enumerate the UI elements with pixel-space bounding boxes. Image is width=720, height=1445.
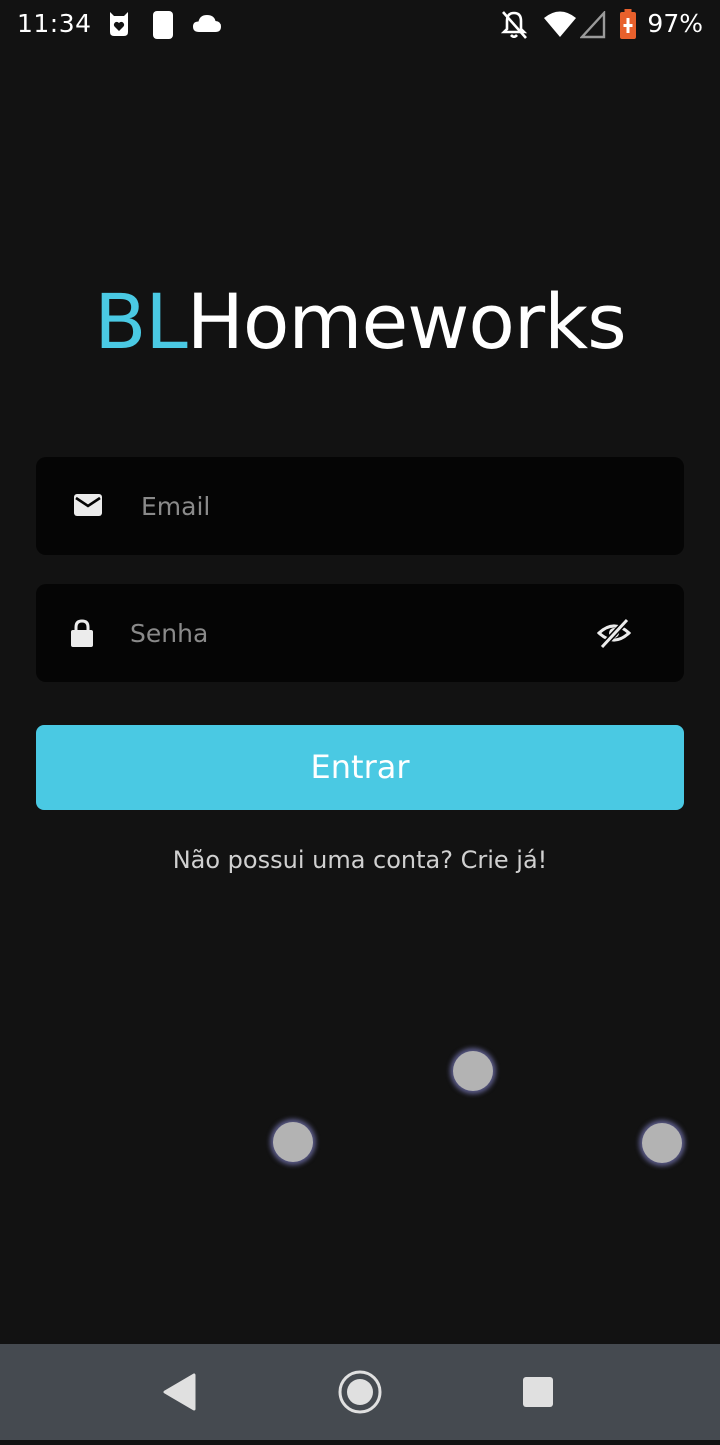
login-button[interactable]: Entrar <box>36 725 684 810</box>
app-logo: BLHomeworks <box>0 276 720 368</box>
touch-indicator-dot <box>642 1123 682 1163</box>
recents-icon[interactable] <box>490 1344 586 1440</box>
email-field[interactable] <box>36 457 684 555</box>
signup-link[interactable]: Não possui uma conta? Crie já! <box>0 842 720 878</box>
logo-main-text: Homeworks <box>186 277 627 366</box>
navigation-bar <box>0 1344 720 1440</box>
back-icon[interactable] <box>132 1344 228 1440</box>
cell-signal-icon <box>579 9 606 44</box>
password-input[interactable] <box>130 584 570 682</box>
status-bar: 11:34 97% <box>0 0 720 50</box>
status-time: 11:34 <box>17 9 92 38</box>
logo-accent-text: BL <box>94 277 187 366</box>
home-icon[interactable] <box>312 1344 408 1440</box>
touch-indicator-dot <box>453 1051 493 1091</box>
notifications-off-icon <box>500 10 528 45</box>
battery-percentage: 97% <box>647 9 703 38</box>
heart-notification-icon <box>106 10 132 43</box>
email-input[interactable] <box>141 457 661 555</box>
email-icon <box>73 493 103 523</box>
touch-indicator-dot <box>273 1122 313 1162</box>
visibility-off-icon[interactable] <box>596 617 632 654</box>
sleep-mode-icon <box>152 10 174 45</box>
battery-charging-icon <box>618 8 638 45</box>
cloud-icon <box>192 13 222 38</box>
lock-icon <box>70 618 94 653</box>
password-field[interactable] <box>36 584 684 682</box>
wifi-icon <box>543 10 577 43</box>
